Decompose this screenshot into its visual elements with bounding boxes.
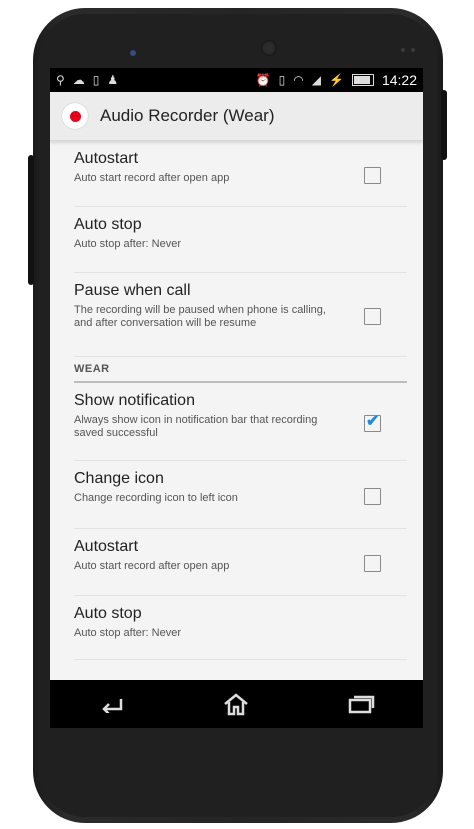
setting-title: Autostart — [74, 150, 139, 167]
notification-led — [130, 50, 136, 56]
setting-title: Show notification — [74, 392, 195, 409]
category-header: WEAR — [74, 357, 407, 383]
setting-item[interactable]: Pause when call The recording will be pau… — [74, 273, 407, 357]
screen: ⚲ ☁ ▯ ♟ ⏰ ▯ ◠ ◢ ⚡ 14:22 Audio Recorder (… — [50, 68, 423, 728]
setting-summary: Auto stop after: Never — [74, 627, 181, 639]
setting-summary: Change recording icon to left icon — [74, 492, 238, 504]
action-bar: Audio Recorder (Wear) — [50, 92, 423, 141]
setting-title: Auto stop — [74, 605, 142, 622]
home-button[interactable] — [211, 684, 261, 724]
checkbox-unchecked[interactable] — [364, 555, 381, 572]
volume-button — [28, 155, 34, 285]
checkbox-checked[interactable]: ✔ — [364, 413, 381, 432]
back-button[interactable] — [87, 684, 137, 724]
setting-item[interactable]: Auto stop Auto stop after: Never — [74, 207, 407, 273]
settings-list: Autostart Auto start record after open ap… — [50, 141, 423, 660]
setting-item[interactable]: Change icon Change recording icon to left… — [74, 461, 407, 529]
checkbox-unchecked[interactable] — [364, 166, 381, 184]
setting-title: Change icon — [74, 470, 164, 487]
setting-summary: Auto stop after: Never — [74, 238, 181, 250]
app-icon[interactable] — [62, 103, 88, 129]
setting-title: Auto stop — [74, 216, 142, 233]
signal-icon: ◢ — [311, 73, 321, 87]
setting-title: Pause when call — [74, 282, 191, 299]
wifi-icon: ◠ — [293, 73, 304, 87]
battery-fill — [353, 76, 371, 84]
usb-icon: ⚲ — [56, 73, 65, 87]
back-icon — [102, 699, 123, 713]
cloud-upload-icon: ☁ — [72, 73, 85, 87]
light-sensor — [411, 48, 415, 52]
battery-icon — [351, 74, 374, 86]
setting-item[interactable]: Show notification Always show icon in not… — [74, 383, 407, 461]
home-icon — [224, 693, 249, 716]
setting-item[interactable]: Autostart Auto start record after open ap… — [74, 141, 407, 207]
front-camera — [261, 40, 277, 56]
check-icon: ✔ — [366, 412, 380, 430]
setting-summary: The recording will be paused when phone … — [74, 304, 326, 329]
android-icon: ♟ — [107, 73, 119, 87]
phone-vibrate-icon: ▯ — [92, 73, 100, 87]
setting-summary: Auto start record after open app — [74, 172, 230, 184]
recent-apps-button[interactable] — [336, 684, 386, 724]
navigation-bar — [50, 680, 423, 728]
no-sim-icon: ⚡ — [329, 73, 344, 87]
status-bar: ⚲ ☁ ▯ ♟ ⏰ ▯ ◠ ◢ ⚡ 14:22 — [50, 68, 423, 92]
alarm-icon: ⏰ — [255, 73, 271, 87]
app-title: Audio Recorder (Wear) — [100, 106, 275, 125]
setting-item[interactable]: Auto stop Auto stop after: Never — [74, 596, 407, 660]
checkbox-unchecked[interactable] — [364, 307, 381, 325]
checkbox-unchecked[interactable] — [364, 487, 381, 505]
clock: 14:22 — [381, 72, 417, 88]
vibrate-icon: ▯ — [278, 73, 286, 87]
recent-apps-icon — [348, 695, 375, 714]
setting-title: Autostart — [74, 538, 139, 555]
setting-item[interactable]: Autostart Auto start record after open ap… — [74, 529, 407, 596]
power-button — [441, 90, 447, 160]
setting-summary: Always show icon in notification bar tha… — [74, 414, 318, 439]
setting-summary: Auto start record after open app — [74, 560, 230, 572]
record-dot-icon — [69, 110, 81, 122]
proximity-sensor — [401, 48, 405, 52]
